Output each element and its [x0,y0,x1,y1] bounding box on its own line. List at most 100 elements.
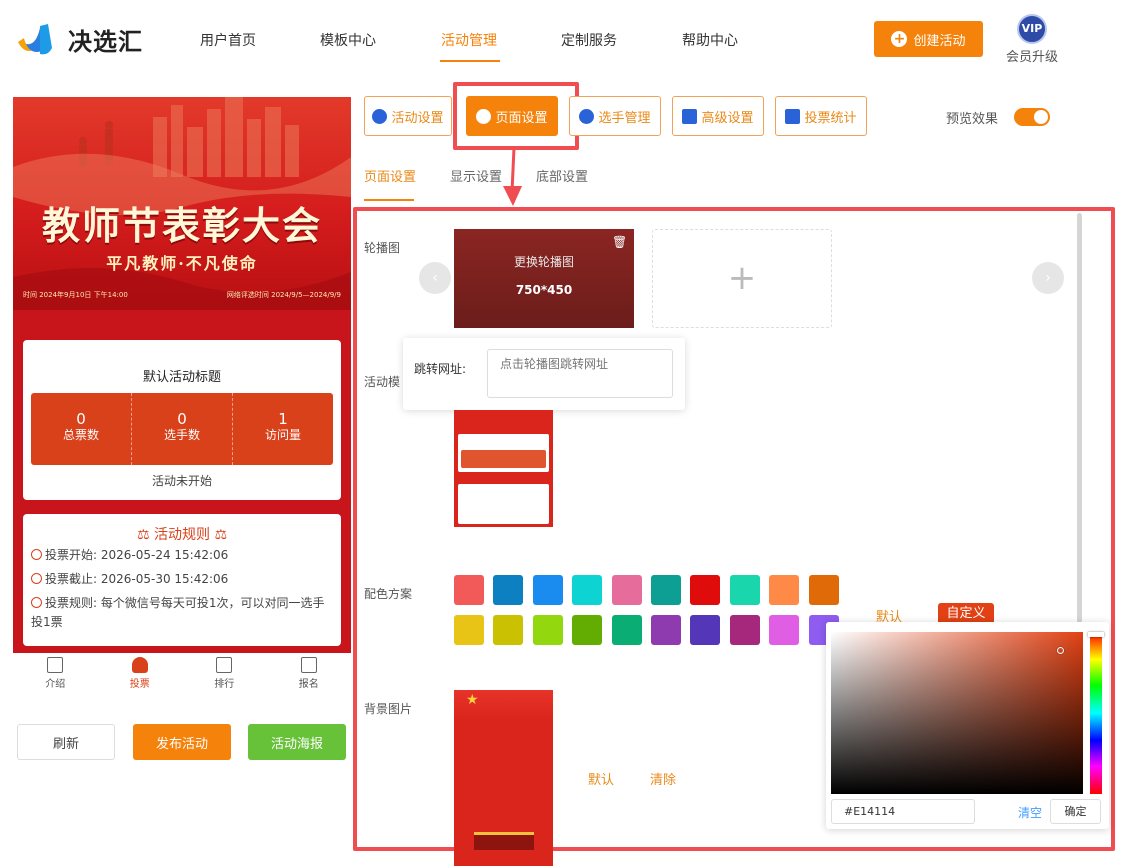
tab-advanced-settings[interactable]: 高级设置 [672,96,764,136]
brand-logo[interactable]: 决选汇 [14,20,143,58]
tab-vote[interactable]: 投票 [98,653,183,698]
color-swatch[interactable] [730,575,760,605]
scrollbar[interactable] [1077,213,1082,623]
color-swatch[interactable] [651,615,681,645]
background-default-button[interactable]: 默认 [588,769,614,788]
link-label: 跳转网址: [414,362,467,376]
tab-label: 投票 [129,679,150,690]
tab-label: 高级设置 [701,110,754,126]
carousel-next-button[interactable]: › [1032,262,1064,294]
mobile-preview: 教师节表彰大会 平凡教师·不凡使命 时间 2024年9月10日 下午14:00 … [13,97,351,653]
stat-visits: 1 访问量 [233,393,333,465]
rule-vote-policy: 投票规则: 每个微信号每天可投1次，可以对同一选手投1票 [31,594,331,632]
publish-activity-button[interactable]: 发布活动 [133,724,231,760]
color-swatch[interactable] [454,575,484,605]
tab-label: 排行 [214,679,235,690]
tab-label: 介绍 [45,679,66,690]
vip-upgrade[interactable]: VIP 会员升级 [1004,14,1060,65]
tab-activity-settings[interactable]: 活动设置 [364,96,452,136]
color-swatch[interactable] [572,615,602,645]
nav-active-indicator [440,60,500,62]
badge-icon [300,657,317,673]
activity-poster-button[interactable]: 活动海报 [248,724,346,760]
color-swatch[interactable] [493,615,523,645]
trash-icon[interactable]: 🗑 [612,235,627,249]
tab-vote-statistics[interactable]: 投票统计 [775,96,867,136]
top-header: 决选汇 用户首页 模板中心 活动管理 定制服务 帮助中心 + 创建活动 VIP … [0,0,1131,80]
color-swatch[interactable] [572,575,602,605]
stats-panel: 0 总票数 0 选手数 1 访问量 [31,393,333,465]
rule-text: 投票规则: 每个微信号每天可投1次，可以对同一选手投1票 [31,596,325,629]
subtab-footer-settings[interactable]: 底部设置 [536,166,588,185]
color-swatch[interactable] [454,615,484,645]
template-thumbnail[interactable] [454,410,553,541]
tab-signup[interactable]: 报名 [267,653,352,698]
carousel-prev-button[interactable]: ‹ [419,262,451,294]
replace-carousel-text: 更换轮播图 [513,255,574,269]
bar-chart-icon [216,657,233,673]
document-icon [47,657,64,673]
preview-banner: 教师节表彰大会 平凡教师·不凡使命 时间 2024年9月10日 下午14:00 … [13,97,351,310]
link-url-input[interactable] [487,349,673,398]
color-cursor[interactable] [1057,647,1064,654]
color-swatch[interactable] [769,615,799,645]
banner-title: 教师节表彰大会 [41,203,322,248]
info-icon [31,597,42,608]
subtab-display-settings[interactable]: 显示设置 [450,166,502,185]
tab-contestant-management[interactable]: 选手管理 [569,96,661,136]
preview-effect-toggle[interactable] [1014,108,1050,126]
stat-label: 访问量 [264,428,301,442]
banner-subtitle: 平凡教师·不凡使命 [106,254,258,273]
gavel-icon: ⚖ [136,527,150,543]
nav-home[interactable]: 用户首页 [200,30,256,50]
activity-title: 默认活动标题 [142,370,221,385]
tab-ranking[interactable]: 排行 [182,653,267,698]
color-swatch[interactable] [730,615,760,645]
color-clear-button[interactable]: 清空 [1018,804,1042,821]
saturation-value-panel[interactable] [831,632,1083,794]
highlight-frame-tab [453,82,579,150]
banner-time: 时间 2024年9月10日 下午14:00 [23,291,128,299]
tab-intro[interactable]: 介绍 [13,653,98,698]
color-swatch[interactable] [533,575,563,605]
rule-text: 投票开始: 2026-05-24 15:42:06 [45,548,229,562]
refresh-button[interactable]: 刷新 [17,724,115,760]
color-swatch[interactable] [612,575,642,605]
color-swatch[interactable] [533,615,563,645]
nav-activity-management[interactable]: 活动管理 [441,30,497,50]
star-icon [372,108,388,124]
color-picker-panel: 清空 确定 [826,622,1109,829]
subtab-page-settings[interactable]: 页面设置 [364,166,416,185]
tab-label: 选手管理 [598,110,651,126]
color-swatch[interactable] [493,575,523,605]
background-clear-button[interactable]: 清除 [650,769,676,788]
preview-effect-label: 预览效果 [946,112,999,127]
create-activity-label: 创建活动 [913,33,966,49]
hex-color-input[interactable] [831,799,975,824]
color-swatch[interactable] [612,615,642,645]
nav-custom-service[interactable]: 定制服务 [561,30,617,50]
color-confirm-button[interactable]: 确定 [1050,799,1101,824]
sliders-icon [682,108,698,124]
color-swatch[interactable] [690,615,720,645]
color-swatch[interactable] [651,575,681,605]
stat-contestants: 0 选手数 [132,393,233,465]
preview-tabbar: 介绍 投票 排行 报名 [13,653,351,698]
annotation-arrow [503,147,522,206]
plus-icon: + [727,258,757,298]
logo-icon [18,24,52,55]
vip-badge-icon: VIP [1017,14,1047,44]
nav-help-center[interactable]: 帮助中心 [682,30,738,50]
add-carousel-button[interactable]: + [652,229,832,328]
create-activity-button[interactable]: + 创建活动 [874,21,983,57]
color-swatch[interactable] [769,575,799,605]
nav-templates[interactable]: 模板中心 [320,30,376,50]
plus-icon: + [891,31,908,47]
color-swatch[interactable] [809,575,839,605]
hue-slider[interactable] [1090,632,1102,794]
hue-thumb[interactable] [1088,632,1104,637]
stat-total-votes: 0 总票数 [31,393,132,465]
color-swatch[interactable] [690,575,720,605]
carousel-image[interactable]: 更换轮播图 750*450 🗑 [454,229,634,328]
background-image-thumbnail[interactable]: ★ [454,690,553,866]
